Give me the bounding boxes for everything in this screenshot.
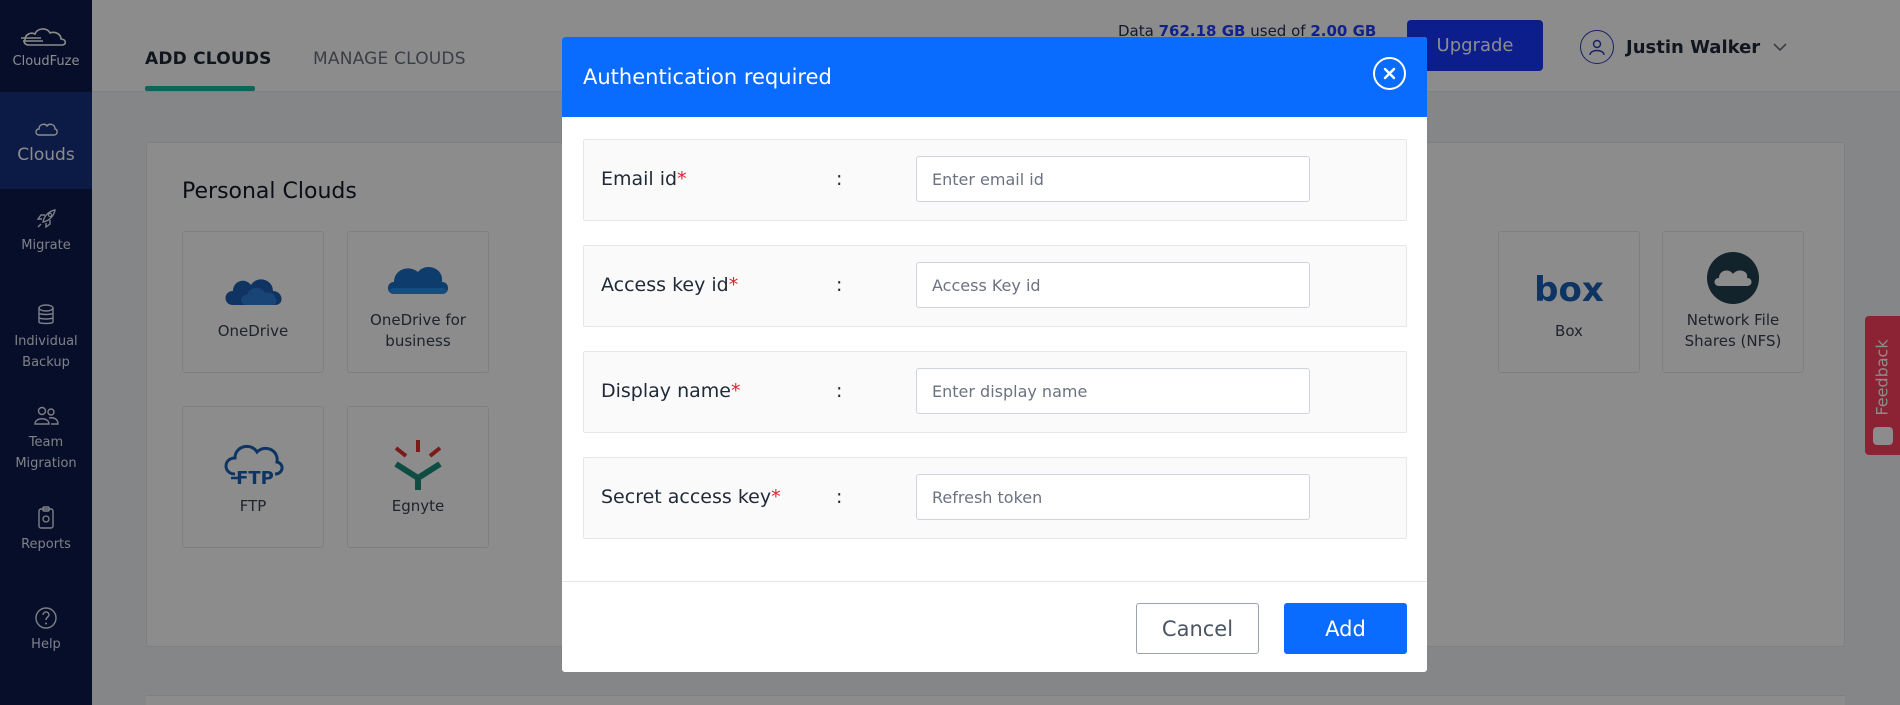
add-button[interactable]: Add <box>1284 603 1407 654</box>
field-separator: : <box>836 486 843 508</box>
authentication-modal: Authentication required Email id* : Acce… <box>562 37 1427 672</box>
field-separator: : <box>836 274 843 296</box>
access-key-field-row: Access key id* : <box>583 245 1407 327</box>
access-key-field-label: Access key id* <box>601 274 739 296</box>
display-name-field-row: Display name* : <box>583 351 1407 433</box>
modal-header: Authentication required <box>562 37 1427 117</box>
access-key-field[interactable] <box>916 262 1310 308</box>
display-name-field-label: Display name* <box>601 380 741 402</box>
close-icon <box>1383 67 1396 80</box>
modal-divider <box>562 581 1427 582</box>
field-separator: : <box>836 168 843 190</box>
modal-title: Authentication required <box>583 65 832 89</box>
email-field[interactable] <box>916 156 1310 202</box>
cancel-button[interactable]: Cancel <box>1136 603 1259 654</box>
display-name-field[interactable] <box>916 368 1310 414</box>
field-separator: : <box>836 380 843 402</box>
email-field-row: Email id* : <box>583 139 1407 221</box>
secret-key-field[interactable] <box>916 474 1310 520</box>
email-field-label: Email id* <box>601 168 687 190</box>
secret-key-field-row: Secret access key* : <box>583 457 1407 539</box>
secret-key-field-label: Secret access key* <box>601 486 781 508</box>
close-button[interactable] <box>1373 57 1406 90</box>
